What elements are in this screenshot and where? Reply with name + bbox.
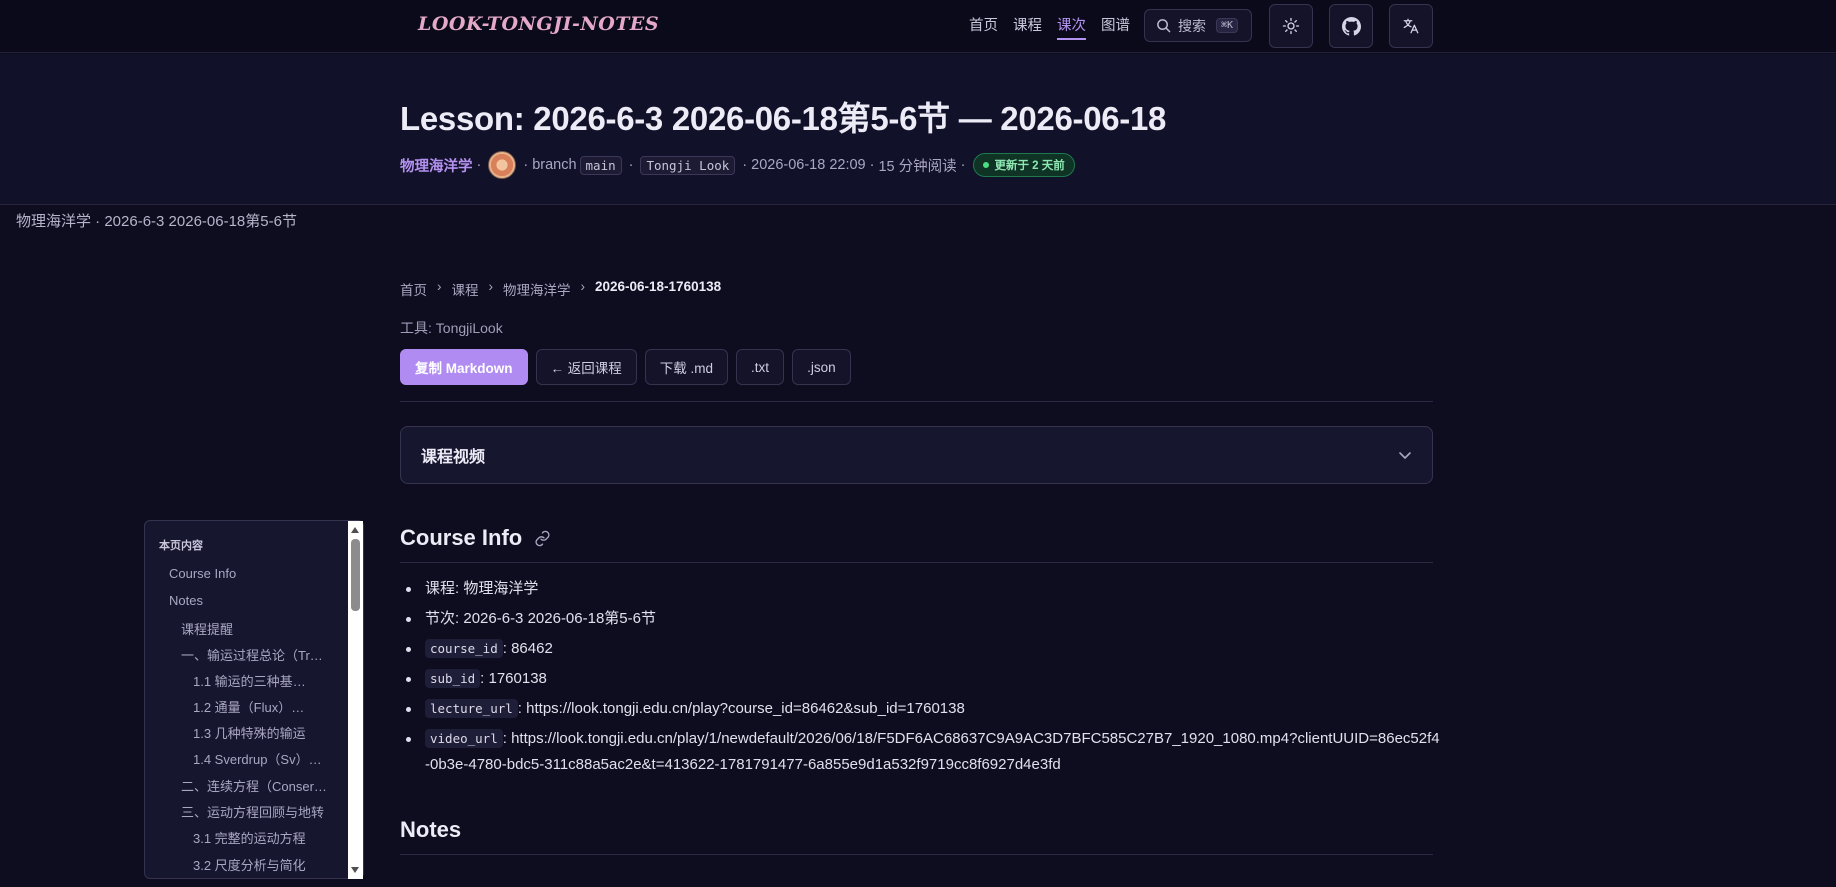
item-code: course_id: [425, 639, 503, 658]
avatar: [488, 151, 517, 179]
course-info-heading: Course Info: [400, 525, 551, 551]
nav-courses[interactable]: 课程: [1013, 14, 1042, 40]
page-title: Lesson: 2026-6-3 2026-06-18第5-6节 — 2026-…: [400, 100, 1167, 137]
course-info-heading-text: Course Info: [400, 525, 523, 550]
nav-lessons[interactable]: 课次: [1057, 14, 1086, 40]
divider: [400, 562, 1433, 563]
notes-heading: Notes: [400, 817, 462, 842]
breadcrumb-separator: ›: [437, 279, 442, 294]
breadcrumb-separator: ›: [488, 279, 494, 294]
breadcrumb-current: 2026-06-18-1760138: [595, 279, 722, 294]
course-link[interactable]: 物理海洋学: [400, 155, 473, 176]
list-item: video_url: https://look.tongji.edu.cn/pl…: [400, 726, 1440, 778]
theme-toggle-button[interactable]: [1269, 4, 1313, 48]
github-icon: [1341, 16, 1361, 36]
search-button[interactable]: 搜索 ⌘K: [1144, 9, 1252, 42]
status-dot-icon: [983, 162, 990, 168]
site-logo[interactable]: LOOK-TONGJI-NOTES: [418, 13, 659, 35]
list-item: 节次: 2026-6-3 2026-06-18第5-6节: [400, 606, 1440, 632]
item-code: sub_id: [425, 669, 481, 688]
video-url-link[interactable]: https://look.tongji.edu.cn/play/1/newdef…: [425, 730, 1440, 773]
item-code: video_url: [425, 729, 503, 748]
table-of-contents: 本页内容 Course Info Notes 课程提醒 一、输运过程总论（Tra…: [144, 520, 364, 879]
toc-scrollbar[interactable]: [348, 521, 363, 879]
item-code: lecture_url: [425, 699, 518, 718]
course-video-accordion[interactable]: 课程视频: [400, 426, 1433, 484]
toc-item[interactable]: 1.2 通量（Flux）与输运: [193, 697, 317, 716]
item-value: 86462: [511, 640, 553, 657]
breadcrumb-home[interactable]: 首页: [400, 279, 427, 299]
toc-item[interactable]: 1.4 Sverdrup（Sv）单位: [193, 749, 325, 768]
tool-tag: Tongji Look: [640, 155, 736, 175]
back-to-course-button[interactable]: ← 返回课程: [535, 349, 637, 385]
toc-item[interactable]: Notes: [169, 593, 349, 608]
list-item: lecture_url: https://look.tongji.edu.cn/…: [400, 696, 1440, 722]
search-shortcut: ⌘K: [1216, 18, 1239, 33]
chevron-down-icon: [1399, 452, 1411, 459]
toc-item[interactable]: 3.1 完整的运动方程: [193, 828, 333, 847]
toc-item[interactable]: 二、连续方程（Conservation）: [181, 776, 329, 795]
item-label: 课程: [425, 580, 456, 597]
toc-item[interactable]: 三、运动方程回顾与地转: [181, 802, 329, 821]
action-buttons: 复制 Markdown ← 返回课程 下载 .md .txt .json: [400, 349, 851, 385]
tools-line: 工具: TongjiLook: [400, 320, 503, 336]
scroll-down-icon[interactable]: [351, 867, 359, 873]
lesson-header: Lesson: 2026-6-3 2026-06-18第5-6节 — 2026-…: [0, 54, 1836, 205]
list-item: sub_id: 1760138: [400, 666, 1440, 692]
toc-item[interactable]: 一、输运过程总论（Transport）: [181, 645, 329, 664]
breadcrumb: 首页 › 课程 › 物理海洋学 › 2026-06-18-1760138: [400, 279, 721, 299]
toc-item[interactable]: 1.1 输运的三种基本方式: [193, 671, 317, 690]
nav-graph[interactable]: 图谱: [1101, 14, 1130, 40]
freshness-badge: 更新于 2 天前: [973, 153, 1075, 177]
freshness-text: 更新于 2 天前: [994, 160, 1065, 172]
branch-label: branch: [532, 157, 577, 173]
item-value: 物理海洋学: [463, 580, 539, 597]
download-md-button[interactable]: 下载 .md: [644, 349, 729, 385]
github-button[interactable]: [1329, 4, 1373, 48]
breadcrumb-separator: ›: [580, 279, 586, 294]
divider: [400, 854, 1433, 855]
download-txt-button[interactable]: .txt: [736, 349, 785, 385]
main-nav: 首页 课程 课次 图谱: [969, 14, 1145, 40]
toc-item[interactable]: 1.3 几种特殊的输运: [193, 723, 333, 742]
download-json-button[interactable]: .json: [792, 349, 851, 385]
course-lesson-line: 物理海洋学 · 2026-6-3 2026-06-18第5-6节: [16, 213, 297, 230]
toc-item[interactable]: Course Info: [169, 566, 349, 581]
translate-icon: [1403, 18, 1419, 34]
language-button[interactable]: [1389, 4, 1433, 48]
top-navbar: LOOK-TONGJI-NOTES 首页 课程 课次 图谱 搜索 ⌘K: [0, 0, 1836, 53]
item-value: 1760138: [488, 670, 547, 687]
scrollbar-thumb[interactable]: [351, 539, 360, 611]
toc-item[interactable]: 课程提醒: [181, 619, 331, 638]
list-item: 课程: 物理海洋学: [400, 576, 1440, 602]
nav-home[interactable]: 首页: [969, 14, 998, 40]
accordion-title: 课程视频: [421, 449, 486, 466]
course-info-list: 课程: 物理海洋学 节次: 2026-6-3 2026-06-18第5-6节 c…: [400, 576, 1440, 782]
branch-tag: main: [579, 155, 622, 175]
reading-time: 15 分钟阅读: [878, 158, 957, 175]
divider: [400, 401, 1433, 402]
datetime: 2026-06-18 22:09: [751, 157, 866, 173]
link-icon[interactable]: [534, 530, 551, 547]
search-label: 搜索: [1178, 17, 1206, 34]
list-item: course_id: 86462: [400, 636, 1440, 662]
breadcrumb-courses[interactable]: 课程: [452, 279, 479, 299]
toc-item[interactable]: 3.2 尺度分析与简化: [193, 855, 333, 874]
item-label: 节次: [425, 610, 456, 627]
sun-icon: [1282, 17, 1300, 35]
search-icon: [1157, 19, 1171, 33]
item-value: 2026-6-3 2026-06-18第5-6节: [463, 610, 656, 627]
breadcrumb-course[interactable]: 物理海洋学: [503, 279, 571, 299]
scroll-up-icon[interactable]: [351, 527, 359, 533]
toc-title: 本页内容: [159, 540, 203, 552]
lesson-meta: 物理海洋学 · · branch main · Tongji Look · 20…: [400, 150, 1075, 180]
copy-markdown-button[interactable]: 复制 Markdown: [400, 349, 528, 385]
lecture-url-link[interactable]: https://look.tongji.edu.cn/play?course_i…: [526, 700, 965, 717]
